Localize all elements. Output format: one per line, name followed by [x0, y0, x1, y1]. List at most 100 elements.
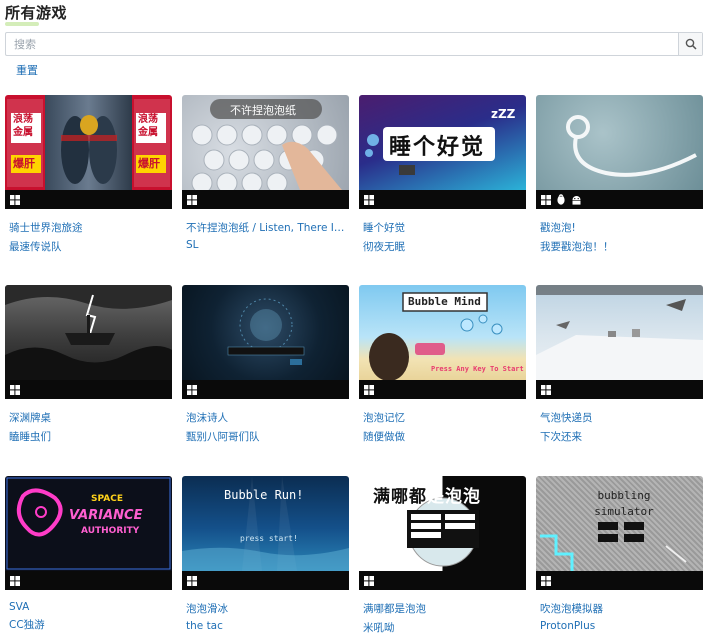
thumb-text: 浪荡金属 — [138, 114, 158, 138]
game-card[interactable]: bubbling simulator 吹泡泡模拟器 ProtonPlus — [536, 476, 703, 632]
platform-bar — [536, 380, 703, 399]
game-title[interactable]: 睡个好觉 — [363, 220, 523, 235]
platform-bar — [536, 571, 703, 590]
thumb-text: 爆肝 — [138, 157, 160, 170]
game-thumbnail[interactable]: Bubble Mind Press Any Key To Start — [359, 285, 526, 380]
windows-icon — [541, 194, 551, 205]
game-author[interactable]: 彻夜无眠 — [363, 239, 526, 254]
game-thumbnail[interactable] — [5, 285, 172, 380]
windows-icon — [187, 384, 197, 395]
game-card[interactable]: Bubble Run! press start! 泡泡滑冰 the tac — [182, 476, 349, 632]
windows-icon — [10, 194, 20, 205]
game-card[interactable]: Bubble Mind Press Any Key To Start 泡泡记忆 … — [359, 285, 526, 444]
game-title[interactable]: 吹泡泡模拟器 — [540, 601, 700, 616]
platform-bar — [536, 190, 703, 209]
windows-icon — [364, 384, 374, 395]
game-thumbnail[interactable]: 不许捏泡泡纸 — [182, 95, 349, 190]
page-title: 所有游戏 — [5, 4, 68, 22]
thumb-text: 浪荡金属 — [13, 114, 33, 138]
game-card[interactable]: 满哪都是泡泡 满哪都是泡泡 米吼呦 — [359, 476, 526, 635]
platform-bar — [359, 190, 526, 209]
thumb-text: bubbling simulator — [594, 489, 654, 518]
game-author[interactable]: ProtonPlus — [540, 620, 703, 632]
windows-icon — [364, 194, 374, 205]
game-title[interactable]: 气泡快递员 — [540, 410, 700, 425]
game-thumbnail[interactable] — [536, 95, 703, 190]
game-title[interactable]: 泡泡滑冰 — [186, 601, 346, 616]
game-thumbnail[interactable]: 睡个好觉 zZZ — [359, 95, 526, 190]
platform-bar — [5, 571, 172, 590]
game-author[interactable]: the tac — [186, 620, 349, 632]
android-icon — [572, 195, 581, 205]
game-card[interactable]: 睡个好觉 zZZ 睡个好觉 彻夜无眠 — [359, 95, 526, 254]
thumb-text: 爆肝 — [13, 157, 35, 170]
platform-bar — [182, 190, 349, 209]
game-thumbnail[interactable]: 满哪都是泡泡 — [359, 476, 526, 571]
thumb-text: 睡个好觉 — [389, 135, 486, 160]
platform-bar — [359, 380, 526, 399]
game-title[interactable]: 泡沫诗人 — [186, 410, 346, 425]
thumb-text: AUTHORITY — [81, 526, 140, 536]
game-author[interactable]: 下次还来 — [540, 429, 703, 444]
abyss-art — [5, 285, 172, 380]
thumb-text: VARIANCE — [69, 508, 143, 523]
game-card[interactable]: 泡沫诗人 甄别八阿哥们队 — [182, 285, 349, 444]
game-card[interactable]: 浪荡金属 浪荡金属 爆肝 爆肝 骑士世界泡旅途 最速传说队 — [5, 95, 172, 254]
game-title[interactable]: 戳泡泡! — [540, 220, 700, 235]
windows-icon — [187, 194, 197, 205]
game-title[interactable]: 泡泡记忆 — [363, 410, 523, 425]
windows-icon — [541, 384, 551, 395]
sva-art — [6, 477, 171, 570]
game-author[interactable]: 甄别八阿哥们队 — [186, 429, 349, 444]
game-card[interactable]: 不许捏泡泡纸 不许捏泡泡纸 / Listen, There Is Bubble … — [182, 95, 349, 251]
reset-link[interactable]: 重置 — [16, 62, 38, 78]
game-card[interactable]: 气泡快递员 下次还来 — [536, 285, 703, 444]
title-underline — [5, 22, 39, 26]
game-title[interactable]: 不许捏泡泡纸 / Listen, There Is Bubble Wrap — [186, 220, 346, 235]
game-author[interactable]: 最速传说队 — [9, 239, 172, 254]
game-author[interactable]: 米吼呦 — [363, 620, 526, 635]
game-author[interactable]: SL — [186, 239, 349, 251]
game-title[interactable]: 骑士世界泡旅途 — [9, 220, 169, 235]
game-author[interactable]: CC独游 — [9, 617, 172, 632]
thumb-text: press start! — [240, 534, 298, 543]
windows-icon — [364, 575, 374, 586]
game-thumbnail[interactable]: SPACE VARIANCE AUTHORITY — [5, 476, 172, 571]
game-author[interactable]: 我要戳泡泡！！ — [540, 239, 703, 254]
search-input[interactable] — [6, 33, 679, 55]
search-box — [5, 32, 703, 56]
thumb-text: SPACE — [91, 494, 123, 504]
platform-bar — [182, 380, 349, 399]
game-thumbnail[interactable]: Bubble Run! press start! — [182, 476, 349, 571]
game-card[interactable]: 深渊牌桌 瞌睡虫们 — [5, 285, 172, 444]
game-thumbnail[interactable] — [182, 285, 349, 380]
game-card[interactable]: SPACE VARIANCE AUTHORITY SVA CC独游 — [5, 476, 172, 632]
linux-icon — [557, 194, 565, 205]
windows-icon — [541, 575, 551, 586]
game-author[interactable]: 随便做做 — [363, 429, 526, 444]
game-title[interactable]: SVA — [9, 601, 169, 613]
game-title[interactable]: 满哪都是泡泡 — [363, 601, 523, 616]
courier-art — [536, 285, 703, 380]
thumb-text: Bubble Mind — [408, 295, 481, 308]
game-thumbnail[interactable]: 浪荡金属 浪荡金属 爆肝 爆肝 — [5, 95, 172, 190]
knight-art — [7, 99, 170, 187]
platform-bar — [359, 571, 526, 590]
windows-icon — [10, 575, 20, 586]
windows-icon — [10, 384, 20, 395]
platform-bar — [5, 380, 172, 399]
thumb-text: Press Any Key To Start — [431, 365, 524, 373]
game-thumbnail[interactable]: bubbling simulator — [536, 476, 703, 571]
poke-bubble-art — [566, 115, 697, 177]
thumb-text: 满哪都是泡泡 — [373, 487, 481, 507]
game-thumbnail[interactable] — [536, 285, 703, 380]
platform-bar — [182, 571, 349, 590]
platform-bar — [5, 190, 172, 209]
game-author[interactable]: 瞌睡虫们 — [9, 429, 172, 444]
thumb-text: Bubble Run! — [224, 488, 304, 502]
search-button[interactable] — [678, 33, 702, 55]
thumb-text: zZZ — [491, 107, 516, 121]
poet-art — [227, 298, 305, 365]
game-title[interactable]: 深渊牌桌 — [9, 410, 169, 425]
game-card[interactable]: 戳泡泡! 我要戳泡泡！！ — [536, 95, 703, 254]
